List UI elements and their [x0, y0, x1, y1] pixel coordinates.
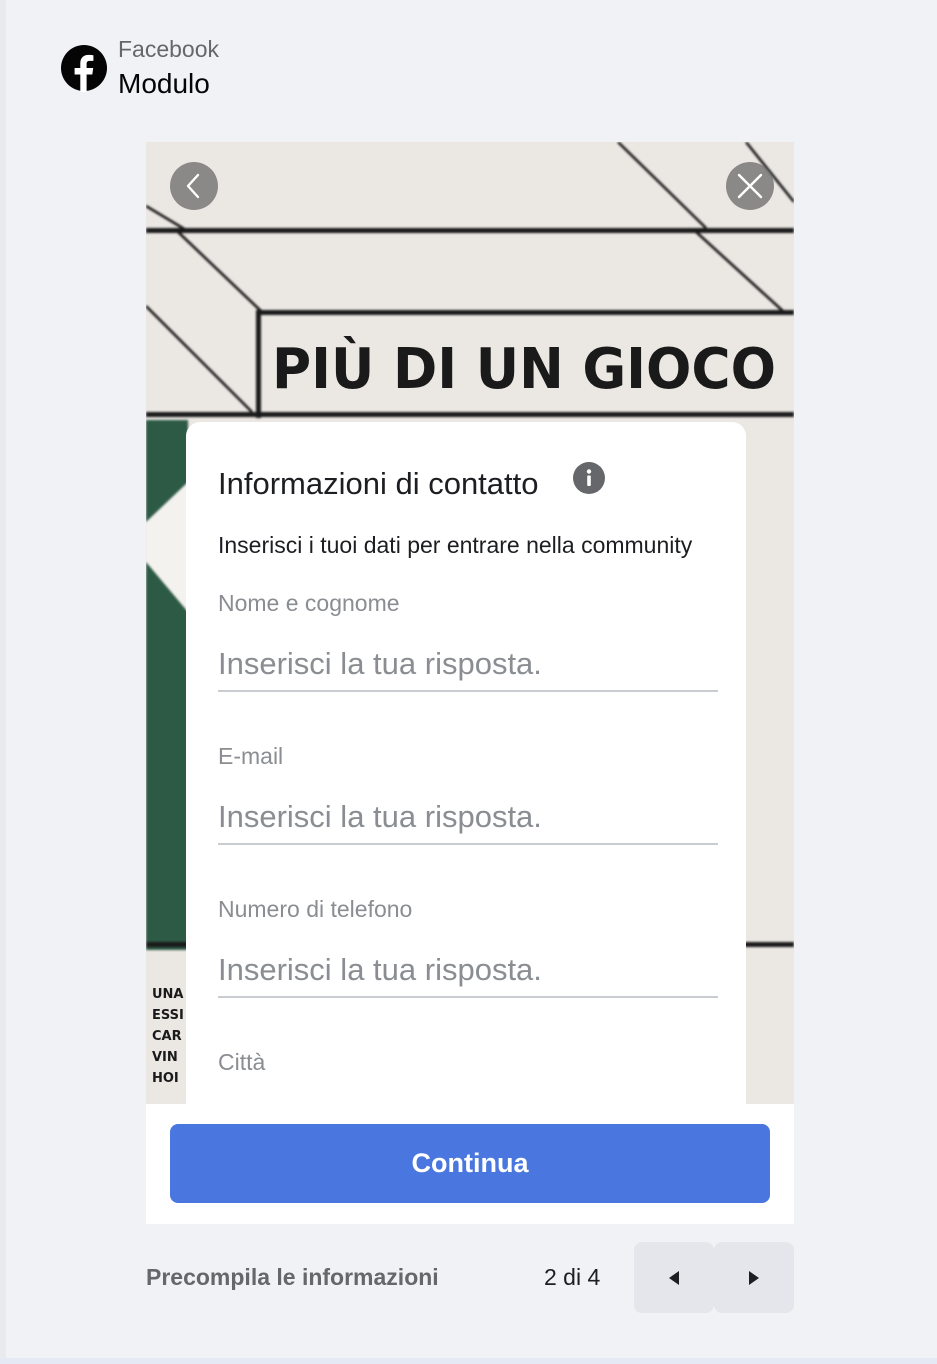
- page-title: Modulo: [118, 68, 210, 99]
- triangle-right-icon: [749, 1270, 759, 1285]
- field-label-city: Città: [218, 1049, 266, 1075]
- facebook-logo-icon: [61, 45, 107, 92]
- info-icon[interactable]: [573, 462, 605, 494]
- bottom-edge-line: [0, 1358, 937, 1364]
- close-icon: [737, 173, 763, 199]
- phone-field[interactable]: [218, 944, 718, 998]
- page-indicator: 2 di 4: [544, 1264, 601, 1290]
- side-text-line: CAR: [152, 1029, 182, 1044]
- banner-text: PIÙ DI UN GIOCO: [272, 337, 776, 402]
- back-button[interactable]: [170, 162, 218, 210]
- left-edge-strip: [0, 0, 6, 1364]
- triangle-left-icon: [669, 1270, 679, 1285]
- next-page-button[interactable]: [714, 1242, 794, 1313]
- chevron-left-icon: [186, 173, 200, 199]
- email-field[interactable]: [218, 791, 718, 845]
- form-preview: PIÙ DI UN GIOCO UNA ESSI CAR VIN HOI Inf…: [146, 142, 794, 1104]
- app-name: Facebook: [118, 36, 220, 62]
- contact-info-card: Informazioni di contatto Inserisci i tuo…: [186, 422, 746, 1104]
- form-description: Inserisci i tuoi dati per entrare nella …: [218, 532, 693, 558]
- close-button[interactable]: [726, 162, 774, 210]
- continue-area: Continua: [146, 1104, 794, 1224]
- field-label-email: E-mail: [218, 743, 284, 769]
- prefill-link[interactable]: Precompila le informazioni: [146, 1264, 439, 1291]
- continue-button[interactable]: Continua: [170, 1124, 770, 1203]
- name-field[interactable]: [218, 638, 718, 692]
- field-label-phone: Numero di telefono: [218, 896, 413, 922]
- side-text-line: HOI: [152, 1071, 179, 1086]
- side-text-line: ESSI: [152, 1008, 184, 1023]
- previous-page-button[interactable]: [634, 1242, 714, 1313]
- field-label-name: Nome e cognome: [218, 590, 400, 616]
- form-title: Informazioni di contatto: [218, 466, 539, 501]
- side-text-line: VIN: [152, 1050, 178, 1065]
- side-text-line: UNA: [152, 987, 184, 1002]
